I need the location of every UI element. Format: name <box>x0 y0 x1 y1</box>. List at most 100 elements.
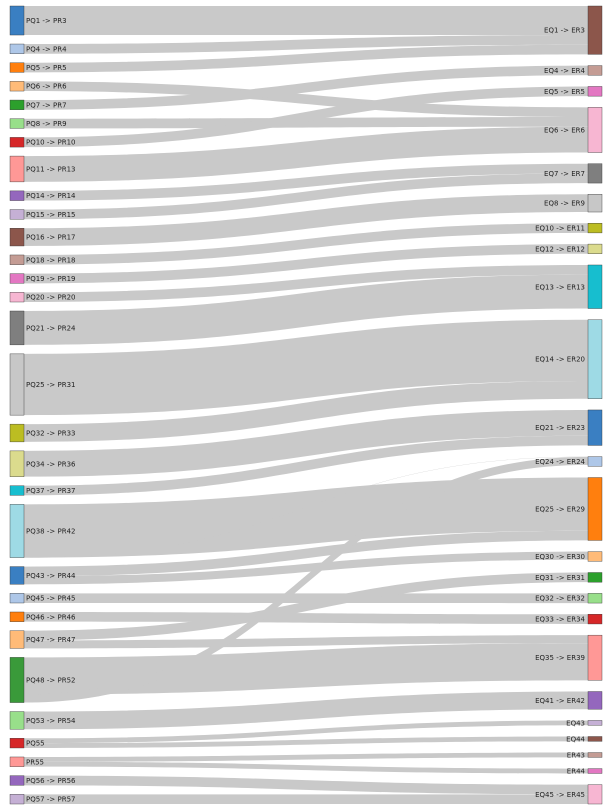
right-node-label: EQ44 <box>566 735 585 743</box>
right-node-label: EQ45 -> ER45 <box>535 791 585 799</box>
left-node-label: PQ21 -> PR24 <box>26 324 76 332</box>
left-node <box>9 310 25 346</box>
left-node <box>9 711 25 730</box>
left-node-label: PQ8 -> PR9 <box>26 120 67 128</box>
right-node <box>587 107 603 153</box>
left-node <box>9 756 25 767</box>
sankey-link <box>24 761 588 774</box>
right-node <box>587 691 603 710</box>
right-node-label: EQ5 -> ER5 <box>544 88 585 96</box>
left-node <box>9 504 25 558</box>
left-node <box>9 118 25 129</box>
right-node-label: EQ31 -> ER31 <box>535 574 585 582</box>
right-node <box>587 634 603 681</box>
left-node-label: PQ55 <box>26 740 45 748</box>
right-node-label: EQ25 -> ER29 <box>535 505 585 513</box>
left-node <box>9 630 25 649</box>
sankey-link <box>24 775 588 795</box>
right-node <box>587 736 603 742</box>
right-node-label: EQ43 <box>566 719 585 727</box>
left-node-label: PQ11 -> PR13 <box>26 165 75 173</box>
left-node-label: PQ5 -> PR5 <box>26 64 67 72</box>
left-node <box>9 593 25 604</box>
right-node-label: EQ35 -> ER39 <box>535 654 585 662</box>
sankey-link <box>24 752 588 762</box>
right-node-label: EQ1 -> ER3 <box>544 27 585 35</box>
left-node <box>9 137 25 148</box>
left-node-label: PQ15 -> PR15 <box>26 211 75 219</box>
right-node <box>587 752 603 758</box>
left-node <box>9 485 25 496</box>
right-node <box>587 5 603 55</box>
right-node-label: EQ12 -> ER12 <box>535 245 585 253</box>
right-node <box>587 456 603 467</box>
left-node-label: PQ25 -> PR31 <box>26 381 75 389</box>
left-node <box>9 209 25 220</box>
left-node <box>9 292 25 303</box>
right-node <box>587 65 603 76</box>
right-node <box>587 86 603 97</box>
left-node-label: PQ47 -> PR47 <box>26 636 75 644</box>
sankey-link <box>24 6 588 36</box>
left-node <box>9 450 25 477</box>
left-node-label: PQ6 -> PR6 <box>26 83 67 91</box>
left-node <box>9 353 25 416</box>
left-node-label: PQ16 -> PR17 <box>26 234 75 242</box>
left-node <box>9 273 25 284</box>
left-node-label: PQ48 -> PR52 <box>26 676 75 684</box>
left-node-label: PQ45 -> PR45 <box>26 595 75 603</box>
left-node-label: PQ18 -> PR18 <box>26 256 75 264</box>
right-node <box>587 551 603 562</box>
right-node <box>587 409 603 446</box>
right-node <box>587 223 603 234</box>
left-node-label: PQ20 -> PR20 <box>26 294 75 302</box>
left-node <box>9 657 25 703</box>
right-node-label: EQ30 -> ER30 <box>535 553 585 561</box>
left-node-label: PQ53 -> PR54 <box>26 717 76 725</box>
right-node-label: ER43 <box>567 751 585 759</box>
left-node <box>9 254 25 265</box>
left-node <box>9 155 25 183</box>
right-node-label: EQ6 -> ER6 <box>544 126 586 134</box>
right-node-label: EQ41 -> ER42 <box>535 697 585 705</box>
right-node <box>587 614 603 625</box>
left-node-label: PQ4 -> PR4 <box>26 45 67 53</box>
right-node-label: ER44 <box>567 768 586 776</box>
left-node-label: PQ37 -> PR37 <box>26 487 75 495</box>
left-node <box>9 611 25 622</box>
right-node-label: EQ10 -> ER11 <box>535 225 585 233</box>
left-node-label: PQ32 -> PR33 <box>26 430 75 438</box>
right-node <box>587 163 603 184</box>
left-node-label: PQ14 -> PR14 <box>26 192 76 200</box>
right-node <box>587 720 603 726</box>
left-node-label: PQ7 -> PR7 <box>26 101 67 109</box>
left-node-label: PQ46 -> PR46 <box>26 613 76 621</box>
right-node-label: EQ8 -> ER9 <box>544 200 585 208</box>
right-node <box>587 572 603 583</box>
right-node <box>587 784 603 805</box>
left-node-label: PQ43 -> PR44 <box>26 572 76 580</box>
left-node <box>9 775 25 786</box>
right-node-label: EQ14 -> ER20 <box>535 356 585 364</box>
left-node <box>9 190 25 201</box>
right-node <box>587 593 603 604</box>
left-node-label: PQ19 -> PR19 <box>26 275 75 283</box>
left-node-label: PQ56 -> PR56 <box>26 777 76 785</box>
left-node <box>9 738 25 749</box>
left-node <box>9 43 25 54</box>
left-node <box>9 228 25 247</box>
right-node-label: EQ13 -> ER13 <box>535 283 585 291</box>
left-node <box>9 794 25 805</box>
right-node <box>587 768 603 774</box>
left-node <box>9 5 25 36</box>
left-node-label: PQ34 -> PR36 <box>26 460 76 468</box>
left-node-label: PQ1 -> PR3 <box>26 17 67 25</box>
sankey-links <box>24 6 588 804</box>
left-node <box>9 81 25 92</box>
left-node <box>9 423 25 443</box>
right-node-label: EQ4 -> ER4 <box>544 67 586 75</box>
left-node-label: PQ10 -> PR10 <box>26 139 75 147</box>
right-node-label: EQ21 -> ER23 <box>535 424 585 432</box>
left-node-label: PR55 <box>26 758 44 766</box>
right-node <box>587 264 603 309</box>
